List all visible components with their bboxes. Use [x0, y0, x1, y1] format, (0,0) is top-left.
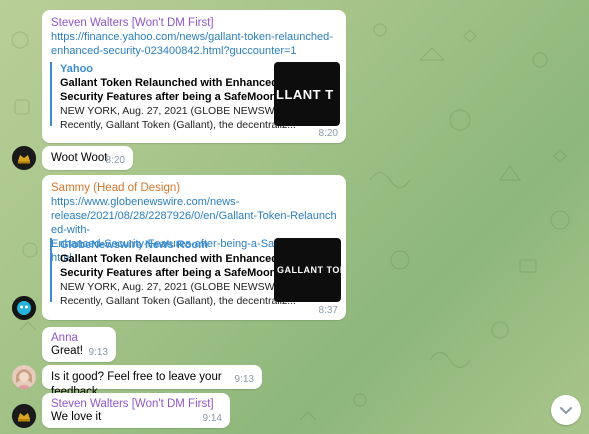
message-text: Great! — [51, 345, 83, 357]
sender-name[interactable]: Sammy (Head of Design) — [51, 181, 180, 196]
scroll-to-bottom-button[interactable] — [551, 395, 581, 425]
message-bubble: Is it good? Feel free to leave your feed… — [42, 365, 262, 398]
link-line[interactable]: https://finance.yahoo.com/news/gallant-t… — [51, 30, 341, 44]
message-bubble: Sammy (Head of Design) https://www.globe… — [42, 175, 346, 320]
message-text: We love it — [51, 411, 102, 423]
link-line[interactable]: enhanced-security-023400842.html?guccoun… — [51, 44, 341, 58]
thumbnail-text: LLANT T — [276, 86, 334, 102]
message-time: 9:14 — [202, 413, 222, 424]
message-bubble: Anna Great! 9:13 — [42, 327, 116, 362]
link-line[interactable]: release/2021/08/28/2287926/0/en/Gallant-… — [51, 209, 341, 237]
avatar[interactable] — [12, 365, 36, 389]
message-link[interactable]: https://finance.yahoo.com/news/gallant-t… — [51, 30, 341, 58]
message-bubble: Steven Walters [Won't DM First] We love … — [42, 393, 230, 428]
user-photo-avatar — [12, 365, 36, 389]
avatar[interactable] — [12, 404, 36, 428]
crown-avatar-icon — [12, 404, 36, 428]
thumbnail-text: GALLANT TOK — [277, 265, 341, 275]
chat-area[interactable]: Steven Walters [Won't DM First] https://… — [0, 0, 589, 434]
message-time: 8:37 — [318, 305, 338, 316]
message-bubble: Steven Walters [Won't DM First] https://… — [42, 10, 346, 143]
crown-avatar-icon — [12, 146, 36, 170]
message-bubble: Woot Woot 8:20 — [42, 146, 133, 170]
sender-name[interactable]: Steven Walters [Won't DM First] — [51, 16, 214, 31]
message-time: 8:20 — [318, 128, 338, 139]
avatar[interactable] — [12, 296, 36, 320]
message-text: Woot Woot — [51, 152, 108, 164]
preview-thumbnail[interactable]: GALLANT TOK — [274, 238, 341, 302]
robot-avatar-icon — [12, 296, 36, 320]
avatar[interactable] — [12, 146, 36, 170]
message-time: 8:20 — [105, 155, 125, 166]
chevron-down-icon — [560, 407, 572, 414]
link-line[interactable]: https://www.globenewswire.com/news- — [51, 195, 341, 209]
preview-thumbnail[interactable]: LLANT T — [274, 62, 340, 126]
message-time: 9:13 — [88, 347, 108, 358]
message-time: 9:13 — [234, 374, 254, 385]
